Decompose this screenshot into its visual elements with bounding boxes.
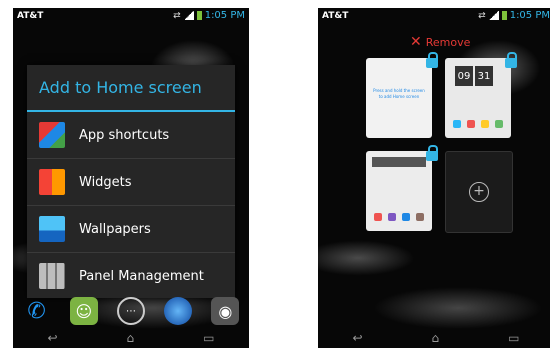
home-icon[interactable]: ⌂ [127, 331, 135, 345]
panel-thumbnail-3[interactable] [366, 151, 432, 231]
clock-widget: 09 31 [455, 66, 493, 86]
app-icon [374, 213, 382, 221]
recent-apps-icon[interactable]: ▭ [508, 331, 519, 345]
widgets-icon [39, 169, 65, 195]
status-icons: ⇄ 1:05 PM [173, 10, 245, 21]
browser-icon[interactable] [164, 297, 193, 325]
option-wallpapers[interactable]: Wallpapers [27, 206, 235, 253]
search-widget [372, 157, 426, 167]
lock-icon[interactable] [505, 52, 517, 68]
back-icon[interactable]: ↩ [47, 331, 57, 345]
phone-icon[interactable]: ✆ [23, 297, 51, 325]
panel-management-icon [39, 263, 65, 289]
close-icon: ✕ [410, 34, 422, 50]
option-widgets[interactable]: Widgets [27, 159, 235, 206]
option-label: Wallpapers [79, 221, 151, 237]
lock-icon[interactable] [426, 52, 438, 68]
right-phone-screen: AT&T ⇄ 1:05 PM ✕ Remove Press and hold t… [318, 8, 550, 348]
status-icons: ⇄ 1:05 PM [478, 10, 550, 21]
remove-label: Remove [425, 35, 471, 49]
mini-app-icons [453, 120, 503, 128]
plus-icon: + [469, 182, 489, 202]
remove-target[interactable]: ✕ Remove [410, 34, 470, 50]
app-icon [416, 213, 424, 221]
panel-thumbnail-2[interactable]: 09 31 [445, 58, 511, 138]
clock-minutes: 31 [475, 66, 493, 86]
clock: 1:05 PM [509, 10, 550, 21]
recent-apps-icon[interactable]: ▭ [203, 331, 214, 345]
app-icon [453, 120, 461, 128]
lock-icon[interactable] [426, 145, 438, 161]
app-icon [467, 120, 475, 128]
add-panel[interactable]: + [445, 151, 513, 233]
status-bar: AT&T ⇄ 1:05 PM [318, 8, 550, 26]
apps-icon[interactable]: ⋯ [116, 297, 145, 325]
option-label: Panel Management [79, 268, 204, 284]
sync-icon: ⇄ [173, 10, 181, 21]
left-phone-screen: AT&T ⇄ 1:05 PM Add to Home screen App sh… [13, 8, 249, 348]
option-panel-management[interactable]: Panel Management [27, 253, 235, 299]
app-icon [388, 213, 396, 221]
option-app-shortcuts[interactable]: App shortcuts [27, 112, 235, 159]
battery-icon [501, 11, 507, 20]
carrier-label: AT&T [17, 11, 44, 21]
panel-thumbnail-1[interactable]: Press and hold the screen to add Home sc… [366, 58, 432, 138]
camera-icon[interactable]: ◉ [211, 297, 240, 325]
status-bar: AT&T ⇄ 1:05 PM [13, 8, 249, 26]
app-shortcuts-icon [39, 122, 65, 148]
app-icon [481, 120, 489, 128]
home-icon[interactable]: ⌂ [432, 331, 440, 345]
battery-icon [196, 11, 202, 20]
sync-icon: ⇄ [478, 10, 486, 21]
signal-icon [183, 11, 194, 20]
dock: ✆ ☺ ⋯ ◉ [13, 295, 249, 327]
add-to-home-dialog: Add to Home screen App shortcuts Widgets… [27, 65, 235, 298]
option-label: Widgets [79, 174, 132, 190]
back-icon[interactable]: ↩ [352, 331, 362, 345]
signal-icon [488, 11, 499, 20]
navigation-bar: ↩ ⌂ ▭ [13, 328, 249, 348]
option-label: App shortcuts [79, 127, 170, 143]
clock: 1:05 PM [204, 10, 245, 21]
wallpapers-icon [39, 216, 65, 242]
panel-hint-text: Press and hold the screen to add Home sc… [373, 88, 425, 99]
navigation-bar: ↩ ⌂ ▭ [318, 328, 550, 348]
app-icon [495, 120, 503, 128]
messaging-icon[interactable]: ☺ [69, 297, 98, 325]
clock-hours: 09 [455, 66, 473, 86]
dialog-title: Add to Home screen [27, 65, 235, 112]
mini-app-icons [374, 213, 424, 221]
app-icon [402, 213, 410, 221]
carrier-label: AT&T [322, 11, 349, 21]
